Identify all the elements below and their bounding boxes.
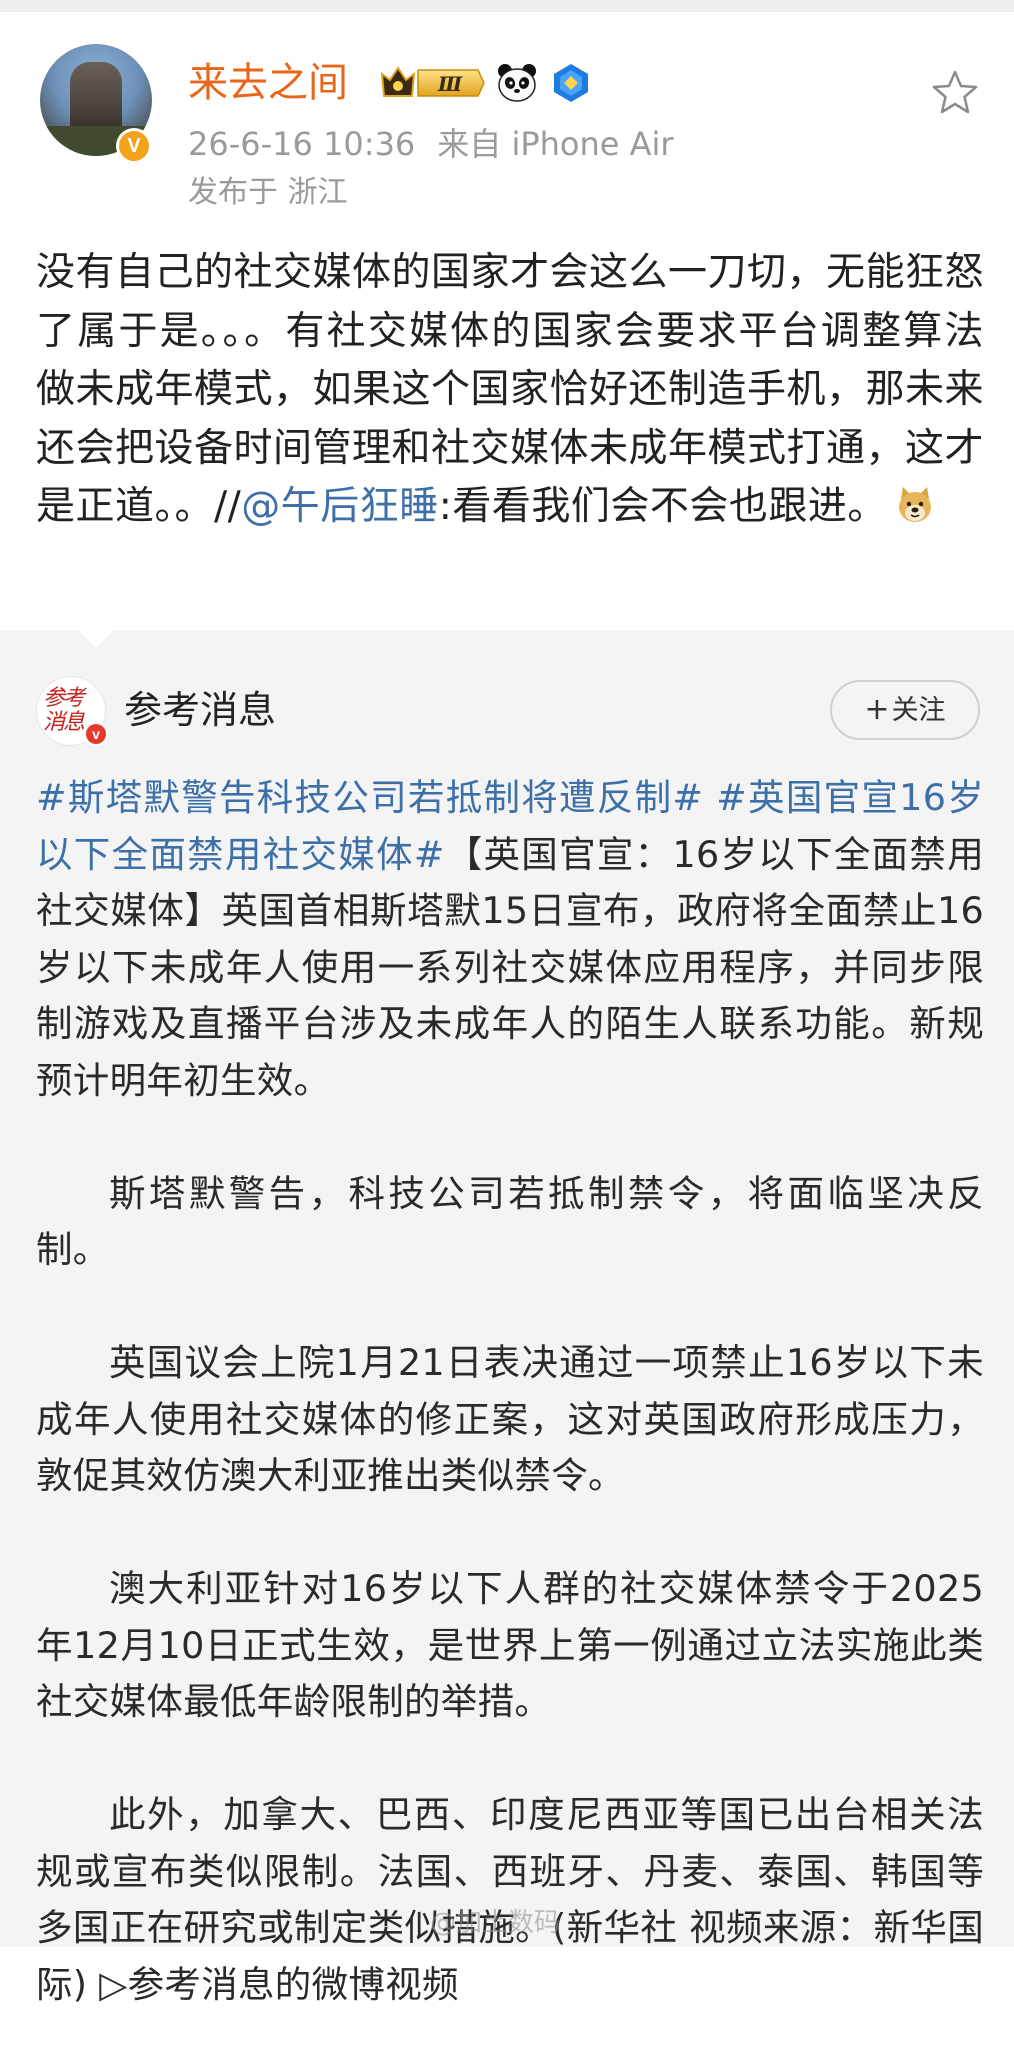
- repost-pointer: [78, 630, 114, 648]
- top-divider: [0, 0, 1014, 12]
- post-meta: 26-6-16 10:36 来自 iPhone Air: [188, 122, 674, 166]
- repost-paragraph-4: 澳大利亚针对16岁以下人群的社交媒体禁令于2025年12月10日正式生效，是世界…: [36, 1567, 984, 1723]
- post-text: 没有自己的社交媒体的国家才会这么一刀切，无能狂怒了属于是。。。有社交媒体的国家会…: [36, 244, 984, 537]
- repost-body: #斯塔默警告科技公司若抵制将遭反制# #英国官宣16岁以下全面禁用社交媒体#【英…: [36, 770, 984, 2070]
- post-location: 发布于 浙江: [188, 175, 348, 210]
- repost-verified-mark: v: [86, 724, 106, 744]
- post-source: 来自 iPhone Air: [437, 125, 674, 163]
- doge-emoji: [898, 487, 931, 522]
- star-icon[interactable]: [930, 68, 980, 118]
- hashtag-stamer-warning[interactable]: #斯塔默警告科技公司若抵制将遭反制#: [36, 776, 703, 819]
- mention-link[interactable]: @午后狂睡: [241, 484, 439, 529]
- plus-icon: +: [864, 692, 890, 727]
- username[interactable]: 来去之间: [188, 58, 348, 108]
- repost-verified-badge-icon: v: [84, 722, 108, 746]
- follow-button[interactable]: +关注: [830, 680, 980, 740]
- repost-paragraph-2: 斯塔默警告，科技公司若抵制禁令，将面临坚决反制。: [36, 1171, 984, 1272]
- crown-vip-badge-icon[interactable]: Ⅲ: [378, 64, 486, 102]
- blue-diamond-badge-icon[interactable]: [550, 62, 592, 104]
- post-timestamp: 26-6-16 10:36: [188, 125, 416, 163]
- verified-mark: V: [119, 131, 149, 161]
- panda-icon[interactable]: [496, 62, 538, 104]
- vip-level-text: Ⅲ: [437, 72, 463, 96]
- repost-paragraph-1: #斯塔默警告科技公司若抵制将遭反制# #英国官宣16岁以下全面禁用社交媒体#【英…: [36, 770, 984, 1109]
- verified-badge-icon: V: [116, 128, 152, 164]
- post-text-part2: :看看我们会不会也跟进。: [438, 484, 887, 529]
- follow-label: 关注: [891, 695, 946, 726]
- watermark: @加土数码: [430, 1908, 561, 1938]
- repost-paragraph-5: 此外，加拿大、巴西、印度尼西亚等国已出台相关法规或宣布类似限制。法国、西班牙、丹…: [36, 1793, 984, 2006]
- repost-author-name[interactable]: 参考消息: [124, 686, 276, 734]
- repost-paragraph-3: 英国议会上院1月21日表决通过一项禁止16岁以下未成年人使用社交媒体的修正案，这…: [36, 1341, 984, 1497]
